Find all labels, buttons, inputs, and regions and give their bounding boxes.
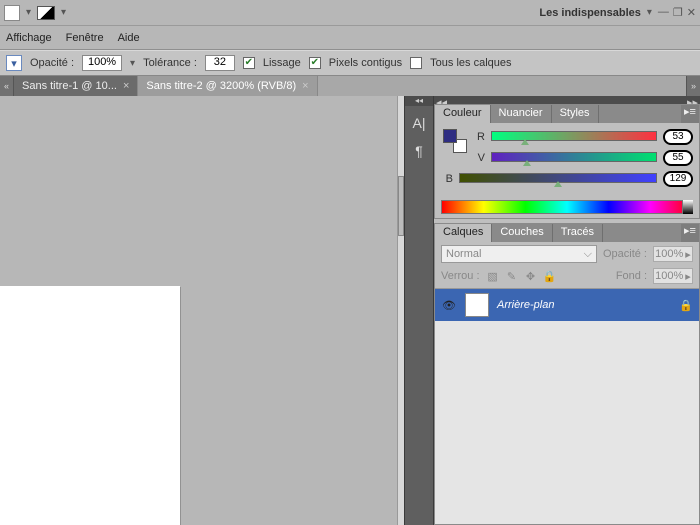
fill-value[interactable]: 100%▸: [653, 268, 693, 284]
layers-panel: Calques Couches Tracés ▸≡ Normal ⌵ Opaci…: [434, 223, 700, 525]
vertical-scrollbar[interactable]: [397, 96, 404, 525]
tab-couleur[interactable]: Couleur: [435, 105, 491, 123]
lock-transparent-icon[interactable]: ▧: [486, 270, 500, 283]
tool-preset-dropdown[interactable]: ▾: [6, 55, 22, 71]
layer-thumbnail[interactable]: [465, 293, 489, 317]
color-spectrum[interactable]: [441, 200, 693, 214]
tab-traces[interactable]: Tracés: [553, 224, 603, 242]
layer-list: 👁 Arrière-plan 🔒: [435, 288, 699, 524]
menu-aide[interactable]: Aide: [118, 32, 140, 44]
minimize-button[interactable]: —: [658, 6, 669, 19]
b-label: B: [443, 173, 453, 185]
all-layers-label: Tous les calques: [430, 57, 511, 69]
v-label: V: [475, 152, 485, 164]
chevron-down-icon: ▾: [26, 7, 31, 18]
tab-styles[interactable]: Styles: [552, 105, 599, 123]
lock-position-icon[interactable]: ✥: [524, 270, 538, 283]
paragraph-panel-icon[interactable]: ¶: [408, 140, 430, 162]
restore-button[interactable]: ❐: [673, 6, 683, 19]
close-icon[interactable]: ×: [302, 80, 308, 92]
bg-swatch[interactable]: [37, 6, 55, 20]
contiguous-checkbox[interactable]: ✔: [309, 57, 321, 69]
tolerance-label: Tolérance :: [143, 57, 197, 69]
tab-scroll-left[interactable]: «: [0, 76, 14, 96]
expand-icon[interactable]: ▸▸: [687, 96, 698, 104]
doc-tab-1[interactable]: Sans titre-1 @ 10... ×: [14, 76, 138, 96]
chevron-down-icon[interactable]: ▾: [130, 58, 135, 69]
visibility-toggle[interactable]: 👁: [441, 297, 457, 313]
all-layers-checkbox[interactable]: [410, 57, 422, 69]
chevron-down-icon: ▾: [647, 7, 652, 18]
workspace-label[interactable]: Les indispensables: [539, 7, 640, 19]
character-panel-icon[interactable]: A|: [408, 112, 430, 134]
opacity-label: Opacité :: [30, 57, 74, 69]
lock-image-icon[interactable]: ✎: [505, 270, 519, 283]
tab-scroll-right[interactable]: »: [686, 76, 700, 96]
lock-label: Verrou :: [441, 270, 480, 282]
doc-tab-2[interactable]: Sans titre-2 @ 3200% (RVB/8) ×: [138, 76, 317, 96]
panel-menu-icon[interactable]: ▸≡: [681, 224, 699, 242]
doc-tab-label: Sans titre-1 @ 10...: [22, 80, 117, 92]
chevron-down-icon: ▾: [61, 7, 66, 18]
app-menu[interactable]: [4, 5, 20, 21]
color-panel: Couleur Nuancier Styles ▸≡ R 53 V 55 B: [434, 104, 700, 219]
canvas-viewport[interactable]: [0, 96, 397, 525]
antialias-label: Lissage: [263, 57, 301, 69]
r-slider[interactable]: [491, 131, 657, 143]
layer-opacity-value[interactable]: 100%▸: [653, 246, 693, 262]
v-slider[interactable]: [491, 152, 657, 164]
layer-name[interactable]: Arrière-plan: [497, 299, 671, 311]
fg-color[interactable]: [443, 129, 457, 143]
r-label: R: [475, 131, 485, 143]
contiguous-label: Pixels contigus: [329, 57, 402, 69]
layer-row[interactable]: 👁 Arrière-plan 🔒: [435, 289, 699, 321]
blend-mode-value: Normal: [446, 248, 481, 260]
tolerance-input[interactable]: 32: [205, 55, 235, 71]
fg-bg-swatch[interactable]: [443, 129, 467, 153]
close-icon[interactable]: ×: [123, 80, 129, 92]
fill-label: Fond :: [616, 270, 647, 282]
blend-mode-select[interactable]: Normal ⌵: [441, 245, 597, 263]
doc-tab-label: Sans titre-2 @ 3200% (RVB/8): [146, 80, 296, 92]
lock-all-icon[interactable]: 🔒: [543, 270, 557, 283]
tab-nuancier[interactable]: Nuancier: [491, 105, 552, 123]
tab-calques[interactable]: Calques: [435, 224, 492, 242]
tab-couches[interactable]: Couches: [492, 224, 552, 242]
document-canvas[interactable]: [0, 286, 180, 525]
r-value[interactable]: 53: [663, 129, 693, 145]
close-button[interactable]: ✕: [687, 6, 696, 19]
opacity-input[interactable]: 100%: [82, 55, 122, 71]
menu-affichage[interactable]: Affichage: [6, 32, 52, 44]
layer-opacity-label: Opacité :: [603, 248, 647, 260]
dock-handle[interactable]: ◂◂: [405, 96, 433, 106]
lock-icon: 🔒: [679, 299, 693, 312]
b-slider[interactable]: [459, 173, 657, 185]
panel-menu-icon[interactable]: ▸≡: [681, 105, 699, 123]
collapse-icon[interactable]: ◂◂: [436, 96, 447, 104]
v-value[interactable]: 55: [663, 150, 693, 166]
b-value[interactable]: 129: [663, 171, 693, 187]
menu-fenetre[interactable]: Fenêtre: [66, 32, 104, 44]
chevron-down-icon: ⌵: [584, 248, 592, 261]
antialias-checkbox[interactable]: ✔: [243, 57, 255, 69]
